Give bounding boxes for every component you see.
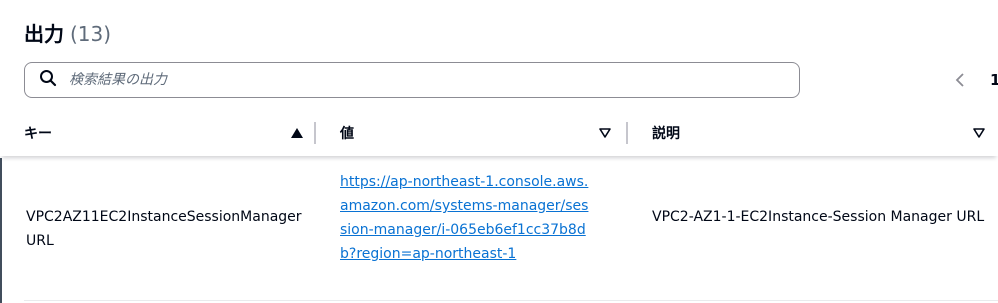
sort-icon [972,126,986,140]
column-header-value[interactable]: 値 [340,110,612,156]
output-description: VPC2-AZ1-1-EC2Instance-Session Manager U… [652,209,985,225]
section-title: 出力 [24,22,64,46]
output-key: VPC2AZ11EC2InstanceSessionManagerURL [26,209,302,249]
column-header-description[interactable]: 説明 [652,110,998,156]
chevron-left-icon[interactable] [950,68,970,92]
section-header: 出力 (13) [24,18,111,47]
pagination: 1 [950,68,998,92]
column-header-label: キー [24,126,52,142]
table-header: キー 値 説明 [0,110,998,156]
column-header-label: 説明 [652,126,680,142]
output-value: https://ap-northeast-1.console.aws.amazo… [340,170,594,266]
search-icon [39,69,57,91]
table-row: VPC2AZ11EC2InstanceSessionManagerURL htt… [0,158,998,300]
search-box[interactable] [24,62,800,98]
search-input[interactable] [67,64,799,96]
column-divider[interactable] [314,122,316,144]
sort-icon [598,126,612,140]
outputs-panel: 出力 (13) 1 キー 値 [0,0,998,303]
output-value-link[interactable]: https://ap-northeast-1.console.aws.amazo… [340,174,588,262]
row-divider [24,300,998,301]
column-header-label: 値 [340,126,354,142]
page-number[interactable]: 1 [990,71,998,89]
column-header-key[interactable]: キー [24,110,304,156]
output-count: (13) [70,22,112,46]
sort-ascending-icon [290,126,304,140]
column-divider[interactable] [626,122,628,144]
